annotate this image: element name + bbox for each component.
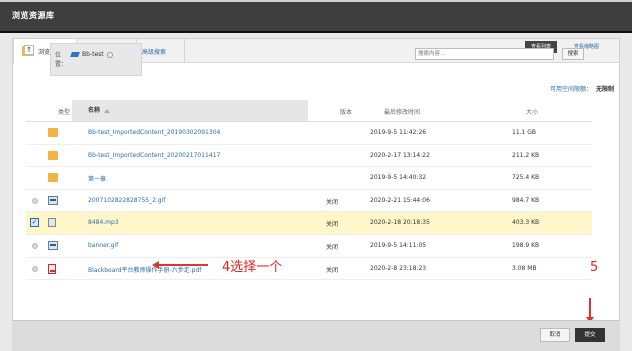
row-name[interactable]: Bb-test_ImportedContent_20190302091304: [88, 129, 220, 136]
annotation-arrow-down: [586, 298, 594, 323]
row-size: 211.2 KB: [512, 151, 540, 159]
header-name-label: 名称: [88, 107, 101, 114]
row-version: 关闭: [326, 198, 339, 206]
submit-button[interactable]: 提交: [575, 328, 605, 342]
image-file-icon: [48, 240, 58, 250]
folder-icon: [48, 173, 58, 183]
window-title: 浏览资源库: [12, 11, 55, 20]
table-row[interactable]: 2007102822828755_2.gif 关闭 2020-2-21 15:4…: [26, 190, 592, 213]
table-row[interactable]: banner.gif 关闭 2019-9-5 14:11:05 198.9 KB: [26, 235, 592, 258]
row-modified: 2019-9-5 11:42:26: [370, 129, 427, 136]
row-modified: 2020-2-21 15:44:06: [370, 196, 430, 204]
file-table: 类型 名称 版本 最后修改时间 大小 Bb-test_ImportedConte…: [26, 100, 592, 281]
table-row[interactable]: Bb-test_ImportedContent_20190302091304 2…: [26, 122, 592, 145]
row-size: 984.7 KB: [512, 196, 540, 204]
table-row[interactable]: 第一章 2019-9-5 14:40:32 725.4 KB: [26, 167, 592, 190]
header-modified: 最后修改时间: [384, 109, 421, 116]
image-file-icon: [48, 195, 58, 205]
header-size: 大小: [526, 109, 539, 116]
annotation-step5: 5: [590, 260, 599, 275]
top-strip: [0, 0, 632, 2]
quota-link[interactable]: 可用空间限额：: [550, 86, 592, 93]
header-type: 类型: [58, 109, 71, 116]
row-modified: 2019-9-5 14:11:05: [370, 241, 427, 249]
search-button[interactable]: 搜索: [562, 48, 584, 60]
row-radio[interactable]: [32, 242, 38, 249]
table-header: 类型 名称 版本 最后修改时间 大小: [26, 100, 592, 122]
row-size: 11.1 GB: [512, 129, 537, 136]
table-row[interactable]: Blackboard平台教师操作手册-六步走.pdf 关闭 2020-2-8 2…: [26, 258, 592, 281]
location-folder-label: Bb-test: [82, 51, 104, 58]
quota: 可用空间限额： 无限制: [550, 84, 614, 93]
row-modified: 2020-2-17 13:14:22: [370, 151, 430, 159]
table-row[interactable]: Bb-test_ImportedContent_20200217011417 2…: [26, 145, 592, 168]
row-version: 关闭: [326, 243, 339, 251]
row-version: 关闭: [326, 221, 339, 229]
row-size: 198.9 KB: [512, 241, 540, 249]
location-folder[interactable]: Bb-test: [70, 51, 113, 58]
row-name[interactable]: 第一章: [88, 174, 106, 183]
location-box: 位置： Bb-test: [50, 43, 142, 76]
header-version: 版本: [340, 109, 353, 116]
folder-icon: [48, 128, 58, 137]
annotation-step4: 4选择一个: [222, 260, 283, 275]
row-size: 3.08 MB: [512, 264, 537, 272]
row-name[interactable]: banner.gif: [88, 242, 118, 249]
title-bar: 浏览资源库: [0, 0, 632, 33]
course-icon: [70, 52, 80, 57]
row-radio[interactable]: [32, 197, 38, 204]
search-input[interactable]: [415, 48, 554, 60]
row-modified: 2019-9-5 14:40:32: [370, 174, 427, 182]
location-label: 位置：: [55, 52, 68, 68]
row-checkbox-checked[interactable]: ✓: [30, 218, 39, 228]
row-modified: 2020-2-8 23:18:23: [370, 264, 427, 272]
annotation-arrow-left: [152, 261, 208, 269]
row-version: 关闭: [326, 266, 339, 274]
row-name[interactable]: Bb-test_ImportedContent_20200217011417: [88, 152, 220, 159]
options-icon[interactable]: [106, 51, 113, 58]
row-modified: 2020-2-18 20:18:35: [370, 219, 430, 227]
breadcrumb: ↑ 位置： Bb-test: [24, 43, 142, 76]
pdf-file-icon: [48, 263, 56, 274]
folder-icon: [48, 150, 58, 160]
sort-ascending-icon: [104, 108, 111, 113]
row-size: 403.3 KB: [512, 219, 540, 227]
row-size: 725.4 KB: [512, 174, 540, 182]
tab-advanced-search[interactable]: 高级搜索: [137, 39, 185, 63]
footer-bar: 取消 提交: [12, 320, 620, 351]
audio-file-icon: [48, 218, 56, 228]
table-row-selected[interactable]: ✓ 8484.mp3 关闭 2020-2-18 20:18:35 403.3 K…: [26, 212, 592, 235]
row-name[interactable]: 8484.mp3: [88, 219, 119, 226]
tab-advanced-search-label: 高级搜索: [142, 48, 167, 56]
header-name[interactable]: 名称: [72, 100, 308, 121]
row-radio[interactable]: [32, 265, 38, 272]
up-folder-icon[interactable]: ↑: [24, 45, 34, 55]
quota-value: 无限制: [595, 86, 614, 93]
row-name[interactable]: 2007102822828755_2.gif: [88, 197, 165, 204]
cancel-button[interactable]: 取消: [540, 328, 570, 342]
